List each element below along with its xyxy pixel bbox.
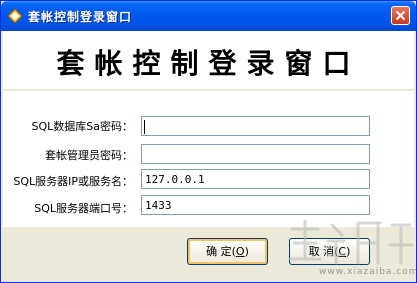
sa-password-label: SQL数据库Sa密码： xyxy=(31,120,134,133)
admin-password-label: 套帐管理员密码： xyxy=(45,149,133,162)
watermark-url: www.xiazaiba.com xyxy=(319,267,417,277)
close-icon xyxy=(395,10,406,21)
server-ip-label: SQL服务器IP或服务名： xyxy=(13,175,133,188)
text-caret xyxy=(144,120,145,134)
close-button[interactable] xyxy=(391,6,410,25)
ok-label: 确 定( xyxy=(206,245,236,258)
app-icon xyxy=(7,8,23,24)
banner-title: 套帐控制登录窗口 xyxy=(56,47,361,80)
ok-button[interactable]: 确 定(O) xyxy=(187,238,268,265)
sa-password-field[interactable] xyxy=(141,116,370,136)
server-ip-field[interactable] xyxy=(141,169,370,189)
admin-password-field[interactable] xyxy=(141,144,370,164)
window-title: 套帐控制登录窗口 xyxy=(28,10,133,24)
banner: 套帐控制登录窗口 xyxy=(3,31,414,89)
login-dialog: 套帐控制登录窗口 套帐控制登录窗口 SQL数据库Sa密码： 套帐管理员密码： S… xyxy=(0,0,417,283)
ok-accel: O xyxy=(235,245,245,258)
title-bar[interactable]: 套帐控制登录窗口 xyxy=(1,1,416,31)
ok-label-end: ) xyxy=(244,245,249,258)
server-port-field[interactable] xyxy=(141,195,370,215)
server-port-label: SQL服务器端口号： xyxy=(34,202,133,215)
